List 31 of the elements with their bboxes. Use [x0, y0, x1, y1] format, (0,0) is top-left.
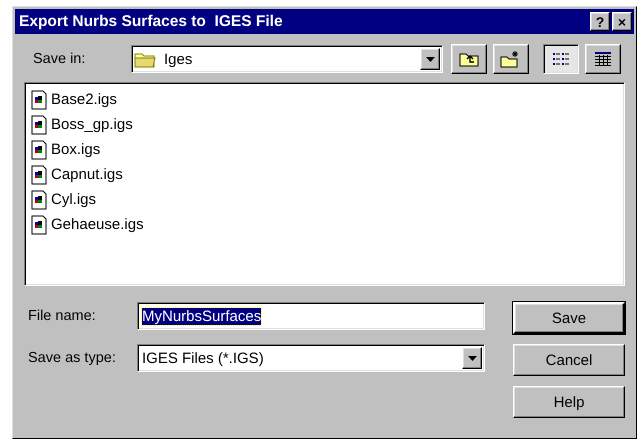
- close-button[interactable]: ×: [612, 12, 632, 31]
- document-icon: [31, 214, 47, 234]
- file-item[interactable]: Boss_gp.igs: [51, 116, 133, 133]
- list-view-button[interactable]: [543, 44, 579, 74]
- save-in-dropdown[interactable]: Iges: [131, 45, 443, 73]
- new-folder-button[interactable]: [493, 44, 529, 74]
- up-folder-button[interactable]: [451, 44, 487, 74]
- file-item[interactable]: Gehaeuse.igs: [51, 216, 144, 233]
- save-as-type-dropdown[interactable]: IGES Files (*.IGS): [137, 344, 485, 372]
- document-icon: [31, 140, 47, 160]
- document-icon: [31, 190, 47, 210]
- save-in-label: Save in:: [32, 51, 86, 67]
- list-view-icon: [552, 51, 570, 67]
- document-icon: [31, 114, 47, 134]
- details-view-icon: [594, 51, 612, 67]
- file-name-label: File name:: [28, 308, 97, 324]
- save-as-type-label: Save as type:: [28, 350, 117, 366]
- dialog-button[interactable]: Cancel: [513, 344, 625, 376]
- file-name-field[interactable]: MyNurbsSurfaces: [137, 302, 485, 330]
- document-icon: [31, 164, 47, 184]
- window-title: Export Nurbs Surfaces to IGES File: [19, 12, 283, 30]
- file-item[interactable]: Cyl.igs: [51, 191, 96, 208]
- details-view-button[interactable]: [585, 44, 621, 74]
- file-item[interactable]: Box.igs: [51, 141, 100, 158]
- folder-up-icon: [459, 51, 479, 67]
- dialog-button[interactable]: Save: [513, 302, 625, 334]
- document-icon: [31, 90, 47, 110]
- file-item[interactable]: Capnut.igs: [51, 166, 123, 183]
- file-item[interactable]: Base2.igs: [51, 91, 117, 108]
- help-title-button[interactable]: ?: [590, 12, 610, 31]
- dialog-button[interactable]: Help: [513, 386, 625, 418]
